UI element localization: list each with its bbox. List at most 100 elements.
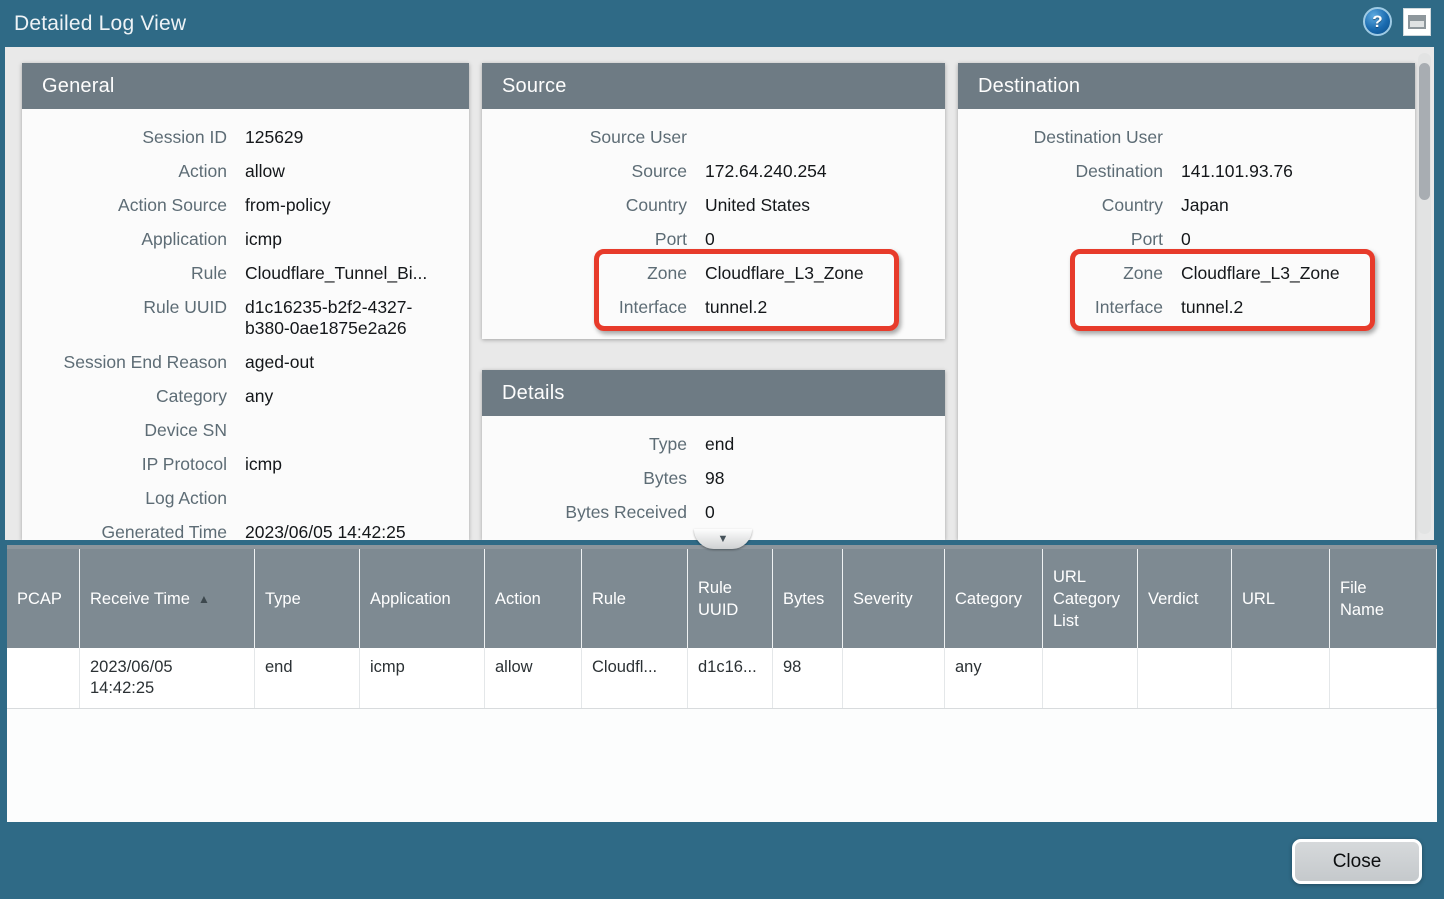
field-row: Typeend xyxy=(482,427,945,461)
field-label: Destination User xyxy=(958,120,1181,154)
field-row: Port0 xyxy=(482,222,945,256)
source-panel: Source Source UserSource172.64.240.254Co… xyxy=(482,63,945,339)
field-value: icmp xyxy=(245,222,469,256)
log-cell-receive-time: 2023/06/05 14:42:25 xyxy=(80,648,255,708)
field-value: 98 xyxy=(705,461,945,495)
log-row[interactable]: 2023/06/05 14:42:25endicmpallowCloudfl..… xyxy=(7,648,1437,709)
general-panel-body: Session ID125629ActionallowAction Source… xyxy=(22,109,469,540)
field-row: Source172.64.240.254 xyxy=(482,154,945,188)
column-header-label: Receive Time xyxy=(90,588,190,610)
field-label: Action xyxy=(22,154,245,188)
field-value xyxy=(245,413,469,447)
field-row: Generated Time2023/06/05 14:42:25 xyxy=(22,515,469,540)
help-icon[interactable]: ? xyxy=(1363,7,1392,36)
field-value: 2023/06/05 14:42:25 xyxy=(245,515,469,540)
log-cell-verdict xyxy=(1138,648,1232,708)
field-row: Bytes Received0 xyxy=(482,495,945,529)
column-header-severity[interactable]: Severity xyxy=(843,549,945,648)
column-header-label: Action xyxy=(495,588,541,610)
log-cell-severity xyxy=(843,648,945,708)
field-row: Session End Reasonaged-out xyxy=(22,345,469,379)
field-label: Country xyxy=(958,188,1181,222)
field-value: tunnel.2 xyxy=(705,290,945,324)
column-header-application[interactable]: Application xyxy=(360,549,485,648)
field-row: Destination141.101.93.76 xyxy=(958,154,1415,188)
column-header-label: Type xyxy=(265,588,301,610)
field-row: Categoryany xyxy=(22,379,469,413)
field-value: 125629 xyxy=(245,120,469,154)
details-panel-title: Details xyxy=(482,370,945,416)
column-header-pcap[interactable]: PCAP xyxy=(7,549,80,648)
field-row: Rule UUIDd1c16235-b2f2-4327-b380-0ae1875… xyxy=(22,290,469,345)
field-label: Action Source xyxy=(22,188,245,222)
field-row: Actionallow xyxy=(22,154,469,188)
scrollbar-thumb[interactable] xyxy=(1419,63,1430,200)
field-value: icmp xyxy=(245,447,469,481)
column-header-type[interactable]: Type xyxy=(255,549,360,648)
destination-panel-body: Destination UserDestination141.101.93.76… xyxy=(958,109,1415,540)
field-row: Interfacetunnel.2 xyxy=(482,290,945,324)
column-header-url-category-list[interactable]: URL Category List xyxy=(1043,549,1138,648)
column-header-label: Rule xyxy=(592,588,626,610)
field-row: Log Action xyxy=(22,481,469,515)
field-label: Source xyxy=(482,154,705,188)
field-row: Port0 xyxy=(958,222,1415,256)
column-header-rule-uuid[interactable]: Rule UUID xyxy=(688,549,773,648)
log-cell-category: any xyxy=(945,648,1043,708)
field-row: CountryUnited States xyxy=(482,188,945,222)
column-header-label: PCAP xyxy=(17,588,62,610)
column-header-action[interactable]: Action xyxy=(485,549,582,648)
field-value: Cloudflare_L3_Zone xyxy=(705,256,945,290)
field-value: Cloudflare_Tunnel_Bi... xyxy=(245,256,469,290)
column-header-rule[interactable]: Rule xyxy=(582,549,688,648)
field-value: any xyxy=(245,379,469,413)
titlebar-icons: ? xyxy=(1363,7,1431,36)
field-label: IP Protocol xyxy=(22,447,245,481)
field-label: Country xyxy=(482,188,705,222)
window-restore-icon[interactable] xyxy=(1403,8,1431,36)
field-label: Source User xyxy=(482,120,705,154)
field-value: 0 xyxy=(1181,222,1415,256)
log-cell-url-category-list xyxy=(1043,648,1138,708)
field-value: end xyxy=(705,427,945,461)
field-value xyxy=(705,120,945,154)
field-row: ZoneCloudflare_L3_Zone xyxy=(482,256,945,290)
dialog-titlebar: Detailed Log View ? xyxy=(0,0,1444,47)
field-row: Interfacetunnel.2 xyxy=(958,290,1415,324)
field-value: allow xyxy=(245,154,469,188)
field-value: 0 xyxy=(705,222,945,256)
log-cell-type: end xyxy=(255,648,360,708)
field-label: Generated Time xyxy=(22,515,245,540)
detail-section-scrollbar[interactable] xyxy=(1418,53,1431,534)
source-panel-title: Source xyxy=(482,63,945,109)
related-logs-table: PCAP Receive Time▲ Type Application Action Ru… xyxy=(7,545,1437,822)
column-header-label: Severity xyxy=(853,588,913,610)
close-button[interactable]: Close xyxy=(1292,839,1422,884)
field-label: Device SN xyxy=(22,413,245,447)
column-header-bytes[interactable]: Bytes xyxy=(773,549,843,648)
field-value: 0 xyxy=(705,495,945,529)
column-header-url[interactable]: URL xyxy=(1232,549,1330,648)
column-header-label: File Name xyxy=(1340,577,1392,621)
column-header-receive-time[interactable]: Receive Time▲ xyxy=(80,549,255,648)
field-row: RuleCloudflare_Tunnel_Bi... xyxy=(22,256,469,290)
window-restore-glyph xyxy=(1408,15,1426,29)
field-label: Destination xyxy=(958,154,1181,188)
column-header-category[interactable]: Category xyxy=(945,549,1043,648)
dialog-title: Detailed Log View xyxy=(0,12,186,36)
log-cell-rule-uuid: d1c16... xyxy=(688,648,773,708)
general-panel-title: General xyxy=(22,63,469,109)
field-value: United States xyxy=(705,188,945,222)
destination-panel-title: Destination xyxy=(958,63,1415,109)
field-label: Port xyxy=(482,222,705,256)
column-header-label: Application xyxy=(370,588,451,610)
column-header-verdict[interactable]: Verdict xyxy=(1138,549,1232,648)
details-panel: Details TypeendBytes98Bytes Received0 xyxy=(482,370,945,540)
field-row: Device SN xyxy=(22,413,469,447)
field-label: Bytes Received xyxy=(482,495,705,529)
field-label: Interface xyxy=(958,290,1181,324)
column-header-file-name[interactable]: File Name xyxy=(1330,549,1437,648)
field-label: Type xyxy=(482,427,705,461)
field-row: Action Sourcefrom-policy xyxy=(22,188,469,222)
field-value: 172.64.240.254 xyxy=(705,154,945,188)
